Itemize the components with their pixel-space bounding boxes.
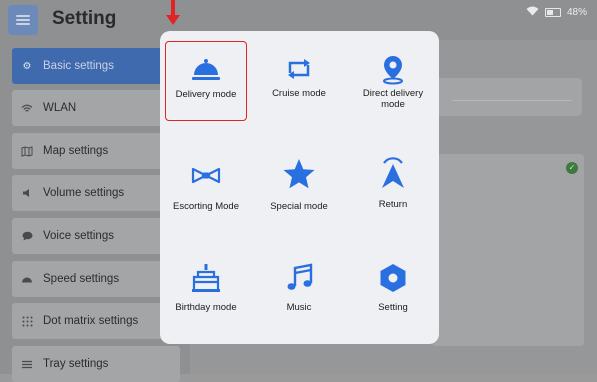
option-label: Direct delivery mode [362, 88, 424, 110]
option-label: Birthday mode [175, 302, 237, 313]
special-mode-option[interactable]: Special mode [258, 153, 340, 233]
sidebar-item-label: Basic settings [43, 60, 114, 72]
star-icon [283, 159, 315, 189]
sidebar-item-basic-settings[interactable]: ⚙ Basic settings [12, 48, 180, 84]
settings-card [432, 78, 582, 116]
option-label: Setting [378, 302, 408, 313]
direct-delivery-mode-option[interactable]: Direct delivery mode [351, 41, 435, 121]
wifi-icon [21, 102, 33, 114]
volume-icon [21, 187, 33, 199]
option-label: Escorting Mode [172, 201, 239, 212]
cake-icon [192, 264, 220, 292]
location-pin-icon [383, 56, 403, 85]
sidebar-item-label: Speed settings [43, 273, 120, 285]
music-note-icon [287, 263, 313, 290]
option-label: Special mode [270, 201, 328, 212]
checkmark-icon: ✓ [566, 162, 578, 174]
option-label: Return [378, 199, 408, 210]
option-label: Delivery mode [175, 89, 237, 100]
cloche-icon [192, 59, 220, 80]
battery-icon [544, 8, 561, 17]
map-icon [21, 145, 33, 157]
page-title: Setting [52, 8, 117, 29]
sidebar-item-label: Dot matrix settings [43, 315, 139, 327]
hamburger-menu-button[interactable] [8, 5, 38, 35]
loop-arrows-icon [288, 59, 310, 79]
sidebar-item-volume-settings[interactable]: Volume settings [12, 175, 180, 211]
sidebar-item-map-settings[interactable]: Map settings [12, 133, 180, 169]
option-label: Cruise mode [272, 88, 326, 99]
bow-tie-icon [191, 167, 221, 184]
sidebar-item-label: Volume settings [43, 187, 125, 199]
sidebar-item-tray-settings[interactable]: Tray settings [12, 346, 180, 382]
dot-matrix-icon [21, 315, 33, 327]
hex-nut-icon [380, 264, 406, 292]
status-bar: 48% [526, 6, 587, 19]
sidebar-item-label: Tray settings [43, 358, 109, 370]
birthday-mode-option[interactable]: Birthday mode [165, 258, 247, 338]
wifi-icon [526, 6, 539, 19]
sidebar-item-voice-settings[interactable]: Voice settings [12, 218, 180, 254]
return-option[interactable]: Return [351, 153, 435, 233]
gear-icon: ⚙ [22, 60, 32, 72]
delivery-mode-option[interactable]: Delivery mode [165, 41, 247, 121]
settings-card: ✓ [432, 154, 584, 346]
battery-level: 48% [566, 7, 587, 18]
sidebar-item-label: Voice settings [43, 230, 114, 242]
tray-icon [21, 358, 33, 370]
speedometer-icon [21, 273, 33, 285]
sidebar-item-dot-matrix-settings[interactable]: Dot matrix settings [12, 303, 180, 339]
setting-option[interactable]: Setting [351, 258, 435, 338]
sidebar-item-speed-settings[interactable]: Speed settings [12, 261, 180, 297]
music-option[interactable]: Music [258, 258, 340, 338]
chat-icon [21, 230, 33, 242]
return-arrow-icon [382, 157, 404, 188]
sidebar-item-label: Map settings [43, 145, 109, 157]
option-label: Music [286, 302, 312, 313]
mode-selection-popup: Delivery mode Cruise mode Direct deliver… [160, 31, 439, 344]
sidebar-item-wlan[interactable]: WLAN [12, 90, 180, 126]
escorting-mode-option[interactable]: Escorting Mode [165, 153, 247, 233]
sidebar-item-label: WLAN [43, 102, 77, 114]
cruise-mode-option[interactable]: Cruise mode [258, 41, 340, 121]
arrow-down-icon [166, 0, 180, 25]
